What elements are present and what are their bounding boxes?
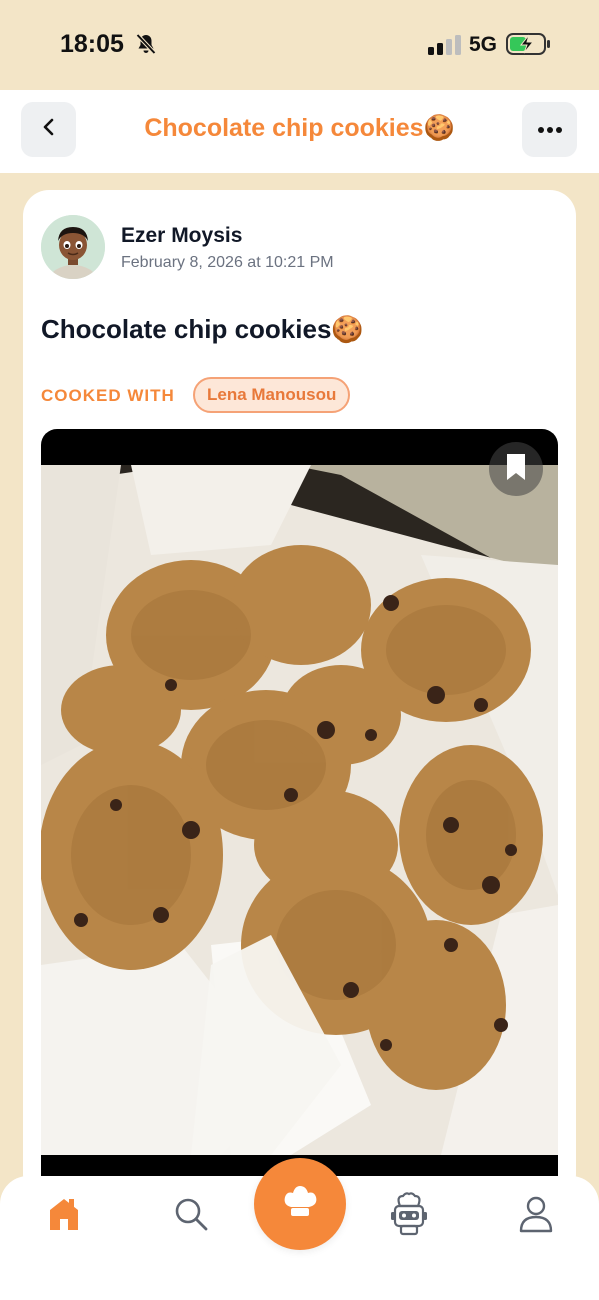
back-button[interactable] bbox=[21, 102, 76, 157]
status-time: 18:05 bbox=[60, 30, 124, 58]
tab-assistant[interactable] bbox=[387, 1191, 431, 1241]
bookmark-button[interactable] bbox=[489, 442, 543, 496]
cookie-photo bbox=[41, 465, 558, 1155]
network-type: 5G bbox=[469, 33, 498, 56]
status-bar: 18:05 5G bbox=[0, 0, 599, 90]
post-date: February 8, 2026 at 10:21 PM bbox=[121, 254, 334, 271]
tab-search[interactable] bbox=[169, 1194, 213, 1238]
post-title: Chocolate chip cookies🍪 bbox=[41, 314, 364, 344]
bookmark-icon bbox=[505, 453, 527, 486]
chevron-left-icon bbox=[38, 116, 60, 143]
tab-profile[interactable] bbox=[514, 1194, 558, 1238]
collaborator-chip[interactable]: Lena Manousou bbox=[193, 377, 351, 413]
create-recipe-button[interactable] bbox=[254, 1158, 346, 1250]
bell-slash-icon bbox=[134, 32, 158, 56]
nav-header: Chocolate chip cookies🍪 bbox=[0, 90, 599, 173]
post-card: Ezer Moysis February 8, 2026 at 10:21 PM… bbox=[23, 190, 576, 1200]
post-photo[interactable] bbox=[41, 429, 558, 1189]
tab-home[interactable] bbox=[42, 1194, 86, 1238]
battery-charging-icon bbox=[506, 31, 552, 57]
search-icon bbox=[173, 1196, 209, 1237]
header-title: Chocolate chip cookies🍪 bbox=[144, 114, 455, 142]
profile-icon bbox=[518, 1195, 554, 1238]
robot-chef-icon bbox=[389, 1191, 429, 1241]
signal-icon bbox=[428, 35, 462, 55]
chef-hat-icon bbox=[280, 1182, 320, 1227]
home-icon bbox=[47, 1196, 81, 1237]
avatar[interactable] bbox=[41, 215, 105, 279]
author-name[interactable]: Ezer Moysis bbox=[121, 224, 242, 248]
cooked-with-label: COOKED WITH bbox=[41, 386, 175, 405]
more-horizontal-icon bbox=[537, 121, 563, 139]
more-options-button[interactable] bbox=[522, 102, 577, 157]
